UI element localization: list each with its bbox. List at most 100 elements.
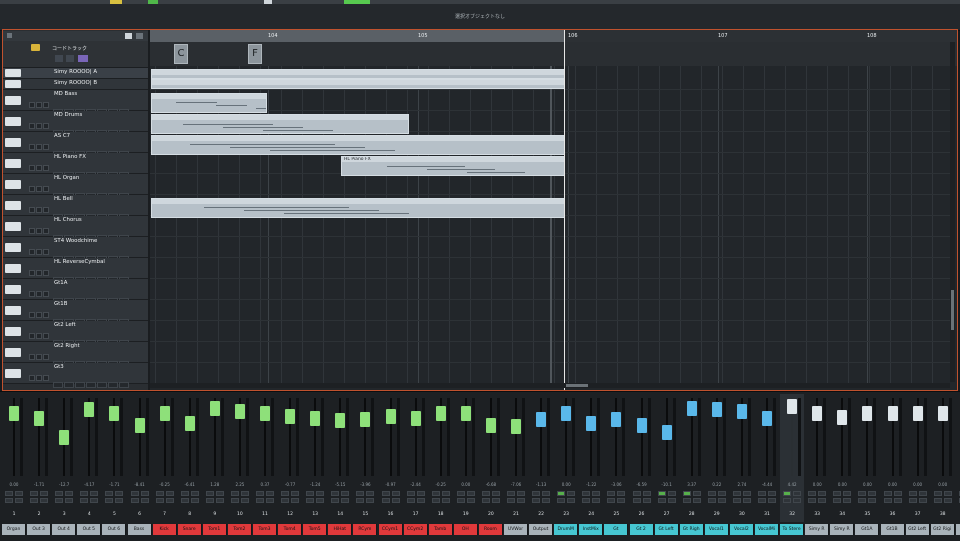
read-button[interactable] <box>592 498 601 503</box>
read-button[interactable] <box>843 498 852 503</box>
fader-track[interactable] <box>188 398 191 476</box>
channel-name[interactable]: Tamb <box>428 524 453 535</box>
mute-solo-buttons[interactable] <box>29 82 51 97</box>
channel-name[interactable]: RCym <box>353 524 378 535</box>
channel-strip[interactable]: 2.25 10 <box>228 394 252 522</box>
track-header[interactable]: MD Drums <box>3 111 148 136</box>
channel-strip[interactable]: -0.97 16 <box>379 394 403 522</box>
channel-strip[interactable]: -0.25 18 <box>429 394 453 522</box>
channel-name[interactable]: Tom1 <box>202 524 227 535</box>
channel-strip[interactable]: -5.15 14 <box>328 394 352 522</box>
solo-button[interactable] <box>918 491 927 496</box>
listen-button[interactable] <box>406 498 415 503</box>
channel-name[interactable]: Gt2 Rigi <box>930 524 955 535</box>
solo-button[interactable] <box>768 491 776 496</box>
track-header[interactable]: Gt2 Right <box>3 342 148 367</box>
channel-name[interactable]: Bass <box>127 524 152 535</box>
track-header[interactable]: HL Bell <box>3 195 148 220</box>
fader-handle[interactable] <box>335 413 346 429</box>
solo-button[interactable] <box>416 491 425 496</box>
mute-solo-buttons[interactable] <box>29 219 51 234</box>
mute-button[interactable] <box>29 354 35 360</box>
mute-button[interactable] <box>657 491 666 496</box>
listen-button[interactable] <box>707 498 716 503</box>
listen-button[interactable] <box>908 498 917 503</box>
channel-strip[interactable]: -4.44 31 <box>755 394 779 522</box>
solo-button[interactable] <box>466 491 475 496</box>
mute-button[interactable] <box>29 123 35 129</box>
read-button[interactable] <box>43 228 49 234</box>
read-button[interactable] <box>717 498 726 503</box>
record-enable-button[interactable] <box>64 382 74 388</box>
fader-handle[interactable] <box>837 409 848 425</box>
channel-strip[interactable]: -6.41 8 <box>178 394 202 522</box>
track-header[interactable]: AS C7 <box>3 132 148 157</box>
read-button[interactable] <box>868 498 877 503</box>
mute-solo-buttons[interactable] <box>29 135 51 150</box>
solo-button[interactable] <box>90 491 99 496</box>
listen-button[interactable] <box>356 498 365 503</box>
mute-button[interactable] <box>180 491 189 496</box>
channel-strip[interactable]: 0.37 11 <box>253 394 277 522</box>
chord-edit-button[interactable] <box>55 55 63 62</box>
mute-button[interactable] <box>908 491 917 496</box>
channel-name[interactable]: Out 4 <box>52 524 77 535</box>
mute-solo-buttons[interactable] <box>29 240 51 255</box>
mute-button[interactable] <box>29 165 35 171</box>
mute-button[interactable] <box>29 249 35 255</box>
channel-strip[interactable]: -10.1 27 <box>655 394 679 522</box>
channel-name[interactable]: Output <box>529 524 554 535</box>
channel-strip[interactable]: 0.00 37 <box>906 394 930 522</box>
solo-button[interactable] <box>36 270 42 276</box>
mute-button[interactable] <box>256 491 264 496</box>
listen-button[interactable] <box>933 498 942 503</box>
channel-name[interactable]: HiHat <box>328 524 353 535</box>
midi-part[interactable] <box>151 69 565 79</box>
read-button[interactable] <box>768 498 776 503</box>
fader-handle[interactable] <box>159 406 170 422</box>
midi-part[interactable] <box>151 93 267 113</box>
channel-strip[interactable]: -8.41 6 <box>128 394 152 522</box>
mute-button[interactable] <box>707 491 716 496</box>
channel-strip[interactable]: 0.00 23 <box>554 394 578 522</box>
read-button[interactable] <box>140 498 149 503</box>
listen-button[interactable] <box>105 498 114 503</box>
mute-button[interactable] <box>30 491 39 496</box>
mute-button[interactable] <box>431 491 440 496</box>
solo-button[interactable] <box>391 491 400 496</box>
mute-button[interactable] <box>607 491 616 496</box>
fader-handle[interactable] <box>360 412 371 427</box>
read-button[interactable] <box>43 249 49 255</box>
solo-button[interactable] <box>692 491 701 496</box>
solo-button[interactable] <box>366 491 375 496</box>
channel-strip[interactable]: 0.00 35 <box>855 394 879 522</box>
freeze-button[interactable] <box>97 382 107 388</box>
mute-button[interactable] <box>105 491 114 496</box>
solo-button[interactable] <box>36 333 42 339</box>
channel-strip[interactable]: -12.7 3 <box>52 394 76 522</box>
play-indicator[interactable] <box>344 0 370 4</box>
listen-button[interactable] <box>431 498 440 503</box>
read-button[interactable] <box>366 498 375 503</box>
track-controls[interactable] <box>53 100 141 115</box>
channel-name[interactable]: Gt 2 <box>629 524 654 535</box>
solo-button[interactable] <box>215 491 224 496</box>
fader-handle[interactable] <box>209 400 220 416</box>
solo-button[interactable] <box>667 491 676 496</box>
fader-handle[interactable] <box>812 406 823 422</box>
fader-handle[interactable] <box>485 417 496 433</box>
track-controls[interactable] <box>53 121 141 136</box>
read-button[interactable] <box>266 498 274 503</box>
midi-part[interactable]: HL Piano FX <box>341 156 565 176</box>
channel-strip[interactable]: -1.71 5 <box>102 394 126 522</box>
listen-button[interactable] <box>682 498 691 503</box>
listen-button[interactable] <box>758 498 766 503</box>
mute-button[interactable] <box>29 375 35 381</box>
solo-button[interactable] <box>36 312 42 318</box>
channel-strip[interactable]: -3.06 25 <box>604 394 628 522</box>
track-header[interactable]: Gt3 <box>3 363 148 388</box>
listen-button[interactable] <box>883 498 892 503</box>
read-button[interactable] <box>793 498 802 503</box>
mute-solo-buttons[interactable] <box>29 261 51 276</box>
channel-name[interactable]: Gt <box>604 524 629 535</box>
